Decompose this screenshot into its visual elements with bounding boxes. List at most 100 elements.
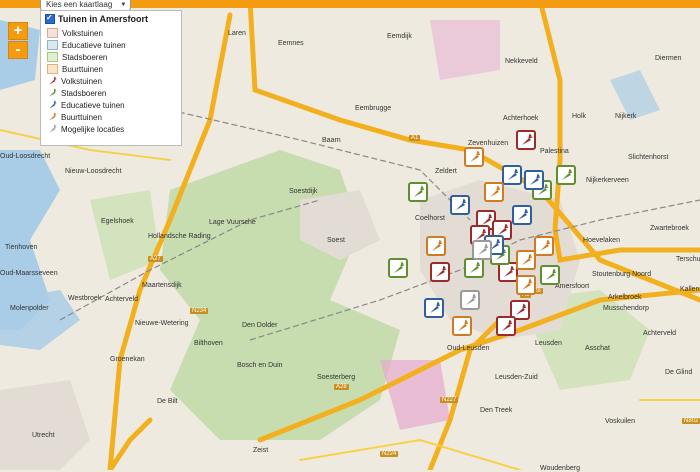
place-label: Nekkeveld (505, 58, 538, 65)
place-label: Oud-Leusden (447, 345, 490, 352)
garden-marker-carrot-icon[interactable] (472, 240, 492, 260)
zoom-control: + - (8, 22, 28, 60)
place-label: Zwartebroek (650, 225, 689, 232)
place-label: Groenekan (110, 356, 145, 363)
carrot-marker-icon (47, 100, 57, 110)
zoom-in-button[interactable]: + (8, 22, 28, 40)
place-label: Westbroek (68, 295, 102, 302)
area-swatch-icon (47, 28, 58, 38)
garden-marker-carrot-icon[interactable] (498, 262, 518, 282)
place-label: Woudenberg (540, 465, 580, 472)
place-label: Zeldert (435, 168, 457, 175)
place-label: Arkelbroek (608, 294, 642, 301)
place-label: Holk (572, 113, 587, 120)
legend-item: Volkstuinen (47, 75, 181, 87)
place-label: Asschat (585, 345, 610, 352)
place-label: Diermen (655, 55, 682, 62)
legend-item-label: Volkstuinen (62, 28, 103, 38)
legend-item-label: Mogelijke locaties (61, 124, 125, 134)
road-shield: N234 (190, 308, 209, 314)
garden-marker-carrot-icon[interactable] (556, 165, 576, 185)
place-label: Eembrugge (355, 105, 392, 112)
place-label: Achterhoek (503, 115, 539, 122)
place-label: Nieuwe-Wetering (135, 320, 189, 327)
legend-header[interactable]: Tuinen in Amersfoort (41, 11, 181, 27)
legend-item: Educatieve tuinen (47, 39, 181, 51)
place-label: Soest (327, 237, 345, 244)
road-shield: A1 (409, 135, 421, 141)
legend-item: Buurttuinen (47, 63, 181, 75)
garden-marker-carrot-icon[interactable] (524, 170, 544, 190)
place-label: Zevenhuizen (468, 140, 509, 147)
garden-marker-carrot-icon[interactable] (464, 147, 484, 167)
place-label: Bilthoven (194, 340, 223, 347)
carrot-marker-icon (47, 124, 57, 134)
garden-marker-carrot-icon[interactable] (450, 195, 470, 215)
legend-item: Buurttuinen (47, 111, 181, 123)
road-shield: N224 (380, 451, 399, 457)
place-label: Eemnes (278, 40, 304, 47)
area-swatch-icon (47, 52, 58, 62)
legend-title: Tuinen in Amersfoort (58, 14, 148, 24)
area-swatch-icon (47, 64, 58, 74)
garden-marker-carrot-icon[interactable] (460, 290, 480, 310)
garden-marker-carrot-icon[interactable] (484, 182, 504, 202)
place-label: Musschendorp (603, 305, 649, 312)
legend-item-label: Buurttuinen (62, 64, 103, 74)
place-label: Laren (228, 30, 246, 37)
legend-item-label: Educatieve tuinen (61, 100, 125, 110)
zoom-out-button[interactable]: - (8, 41, 28, 59)
garden-marker-carrot-icon[interactable] (512, 205, 532, 225)
road-shield: N227 (440, 397, 459, 403)
place-label: Slichtenhorst (628, 154, 669, 161)
legend-item: Stadsboeren (47, 51, 181, 63)
place-label: De Bilt (157, 398, 178, 405)
legend-item: Stadsboeren (47, 87, 181, 99)
area-swatch-icon (47, 40, 58, 50)
garden-marker-carrot-icon[interactable] (534, 236, 554, 256)
place-label: Den Treek (480, 407, 513, 414)
place-label: Eemdijk (387, 33, 412, 40)
legend-item-label: Stadsboeren (62, 52, 108, 62)
garden-marker-carrot-icon[interactable] (464, 258, 484, 278)
legend-item-label: Buurttuinen (61, 112, 102, 122)
place-label: Achterveld (105, 296, 139, 303)
place-label: Oud-Loosdrecht (0, 153, 51, 160)
garden-marker-carrot-icon[interactable] (430, 262, 450, 282)
place-label: Kallenbroek (680, 286, 700, 293)
legend-list: Volkstuinen Educatieve tuinen Stadsboeren B… (41, 27, 181, 135)
place-label: Achterveld (643, 330, 677, 337)
legend-panel: Tuinen in Amersfoort Volkstuinen Educatie… (40, 10, 182, 146)
place-label: Den Dolder (242, 322, 278, 329)
chevron-down-icon: ▼ (120, 2, 127, 8)
place-label: Maartensdijk (142, 282, 182, 289)
carrot-marker-icon (47, 76, 57, 86)
place-label: Soestdijk (289, 188, 318, 195)
garden-marker-carrot-icon[interactable] (424, 298, 444, 318)
legend-checkbox[interactable] (45, 13, 55, 24)
garden-marker-carrot-icon[interactable] (502, 165, 522, 185)
garden-marker-carrot-icon[interactable] (426, 236, 446, 256)
place-label: Baarn (322, 137, 341, 144)
garden-marker-carrot-icon[interactable] (540, 265, 560, 285)
place-label: Nijkerk (615, 113, 637, 120)
place-label: Leusden (535, 340, 562, 347)
garden-marker-carrot-icon[interactable] (516, 250, 536, 270)
place-label: Molenpolder (10, 305, 49, 312)
garden-marker-carrot-icon[interactable] (388, 258, 408, 278)
place-label: Amersfoort (555, 283, 590, 290)
place-label: Hoevelaken (583, 237, 620, 244)
legend-item-label: Stadsboeren (61, 88, 107, 98)
garden-marker-carrot-icon[interactable] (516, 130, 536, 150)
place-label: Oud-Maarsseveen (0, 270, 58, 277)
legend-item-label: Educatieve tuinen (62, 40, 126, 50)
place-label: Nijkerkerveen (586, 177, 629, 184)
garden-marker-carrot-icon[interactable] (408, 182, 428, 202)
legend-item: Educatieve tuinen (47, 99, 181, 111)
place-label: Stoutenburg Noord (592, 271, 652, 278)
garden-marker-carrot-icon[interactable] (452, 316, 472, 336)
place-label: Terschuur (676, 256, 700, 263)
place-label: Bosch en Duin (237, 362, 283, 369)
garden-marker-carrot-icon[interactable] (496, 316, 516, 336)
garden-marker-carrot-icon[interactable] (516, 275, 536, 295)
